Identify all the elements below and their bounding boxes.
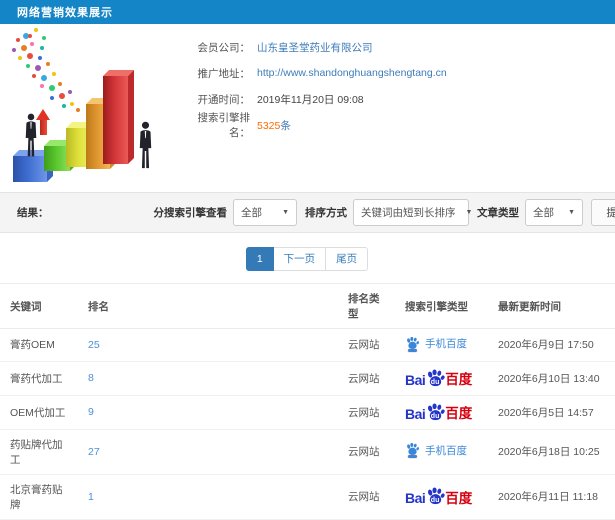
article-type-select[interactable]: 全部 ▼ xyxy=(525,199,583,226)
engine-name: 手机百度 xyxy=(425,338,467,350)
baidu-paw-icon xyxy=(405,336,420,352)
info-fields: 会员公司： 山东皇圣堂药业有限公司 推广地址： http://www.shand… xyxy=(180,34,447,140)
table-row: 北京膏药贴牌 1 云网站 Bai du 百度 2020年6月11日 11:18 xyxy=(0,474,615,520)
rank-link[interactable]: 27 xyxy=(88,446,100,458)
company-label: 会员公司： xyxy=(197,41,251,54)
header-bar: 网络营销效果展示 xyxy=(0,0,615,24)
updated-cell: 2020年6月11日 11:18 xyxy=(488,474,615,520)
engine-name: 百度 xyxy=(445,372,473,387)
keyword-cell: OEM代加工 xyxy=(0,395,78,430)
chevron-down-icon: ▼ xyxy=(465,209,473,216)
bar-chart-illustration xyxy=(0,28,180,190)
info-row-company: 会员公司： 山东皇圣堂药业有限公司 xyxy=(180,34,447,60)
last-page-button[interactable]: 尾页 xyxy=(325,247,369,271)
rank-link[interactable]: 25 xyxy=(88,339,100,351)
baidu-logo: Bai du 百度 xyxy=(405,487,472,505)
rank-type-cell: 云网站 xyxy=(338,429,395,475)
promo-url-label: 推广地址： xyxy=(197,67,251,80)
article-type-label: 文章类型 xyxy=(477,207,519,219)
sort-filter-label: 排序方式 xyxy=(305,207,347,219)
chart-bar-blue xyxy=(13,156,47,182)
filter-controls: 分搜索引擎查看 全部 ▼ 排序方式 关键词由短到长排序 ▼ 文章类型 全部 ▼ … xyxy=(146,193,615,232)
chart-bar-red xyxy=(103,76,128,164)
rank-type-cell: 云网站 xyxy=(338,361,395,396)
pagination: 1 下一页 尾页 xyxy=(0,247,615,271)
rank-link[interactable]: 1 xyxy=(88,491,94,503)
table-header-row: 关键词 排名 排名类型 搜索引擎类型 最新更新时间 xyxy=(0,283,615,329)
table-row: 膏药OEM 25 云网站 手机百度 2020年6月9日 17:50 xyxy=(0,328,615,362)
engine-select-value: 全部 xyxy=(241,207,262,219)
col-updated: 最新更新时间 xyxy=(488,283,615,329)
col-rank: 排名 xyxy=(78,283,338,329)
baidu-paw-icon: du xyxy=(426,487,445,505)
keyword-cell: 药贴牌代加工 xyxy=(0,429,78,475)
rank-link[interactable]: 8 xyxy=(88,372,94,384)
engine-name: 百度 xyxy=(445,490,473,506)
article-type-select-value: 全部 xyxy=(533,207,554,219)
col-rank-type: 排名类型 xyxy=(338,283,395,329)
submit-button[interactable]: 提交 xyxy=(591,199,615,226)
updated-cell: 2020年6月10日 13:40 xyxy=(488,361,615,396)
updated-cell: 2020年6月5日 14:57 xyxy=(488,395,615,430)
confetti-decoration xyxy=(28,34,32,38)
engine-select[interactable]: 全部 ▼ xyxy=(233,199,297,226)
rank-count-value: 5325 xyxy=(257,119,281,132)
info-row-url: 推广地址： http://www.shandonghuangshengtang.… xyxy=(180,60,447,86)
baidu-paw-icon: du xyxy=(426,402,445,421)
rank-type-cell: 云网站 xyxy=(338,395,395,430)
keyword-cell: 膏药OEM xyxy=(0,328,78,362)
rank-link[interactable]: 9 xyxy=(88,406,94,418)
keyword-cell: 北京膏药贴牌 xyxy=(0,474,78,520)
col-engine-type: 搜索引擎类型 xyxy=(395,283,488,329)
table-row: 膏药代加工 8 云网站 Bai du 百度 2020年6月10日 13:40 xyxy=(0,361,615,396)
promo-url-link[interactable]: http://www.shandonghuangshengtang.cn xyxy=(257,67,447,79)
page-1-button[interactable]: 1 xyxy=(245,247,274,271)
rank-type-cell: 云网站 xyxy=(338,328,395,362)
result-label: 结果： xyxy=(17,207,49,219)
rank-type-cell: 云网站 xyxy=(338,474,395,520)
sort-select[interactable]: 关键词由短到长排序 ▼ xyxy=(353,199,472,226)
info-section: 会员公司： 山东皇圣堂药业有限公司 推广地址： http://www.shand… xyxy=(0,24,615,192)
updated-cell: 2020年6月9日 17:50 xyxy=(488,328,615,362)
baidu-paw-icon: du xyxy=(426,368,445,387)
businessman-icon xyxy=(24,113,38,159)
chevron-down-icon: ▼ xyxy=(282,209,289,216)
engine-name: 手机百度 xyxy=(425,444,467,457)
keyword-cell: 膏药代加工 xyxy=(0,361,78,396)
open-time-label: 开通时间： xyxy=(197,93,251,106)
next-page-button[interactable]: 下一页 xyxy=(272,247,327,271)
chevron-down-icon: ▼ xyxy=(568,209,575,216)
baidu-logo: Bai du 百度 xyxy=(405,368,473,387)
keywords-table: 关键词 排名 排名类型 搜索引擎类型 最新更新时间 膏药OEM 25 云网站 手… xyxy=(0,283,615,520)
engine-filter-label: 分搜索引擎查看 xyxy=(153,207,228,219)
baidu-paw-icon xyxy=(405,443,420,459)
company-link[interactable]: 山东皇圣堂药业有限公司 xyxy=(257,40,373,55)
info-row-rank-count: 搜索引擎排名： 5325条 xyxy=(180,112,447,139)
info-row-opened: 开通时间： 2019年11月20日 09:08 xyxy=(180,86,447,112)
page-title: 网络营销效果展示 xyxy=(17,7,113,19)
rank-count-label: 搜索引擎排名： xyxy=(197,112,251,139)
page: 网络营销效果展示 会员公司： 山东皇圣堂药业有限公司 推广地址： http://… xyxy=(0,0,615,520)
businessman-icon xyxy=(138,121,153,171)
arrow-up-icon xyxy=(36,109,51,135)
engine-name: 百度 xyxy=(445,406,473,421)
filter-bar: 结果： 分搜索引擎查看 全部 ▼ 排序方式 关键词由短到长排序 ▼ 文章类型 全… xyxy=(0,192,615,233)
table-row: 药贴牌代加工 27 云网站 手机百度 2020年6月18日 10:25 xyxy=(0,429,615,475)
mobile-baidu-engine: 手机百度 xyxy=(405,336,467,352)
sort-select-value: 关键词由短到长排序 xyxy=(361,207,456,219)
open-time-value: 2019年11月20日 09:08 xyxy=(257,93,364,106)
baidu-logo: Bai du 百度 xyxy=(405,402,473,421)
mobile-baidu-engine: 手机百度 xyxy=(405,443,467,459)
col-keyword: 关键词 xyxy=(0,283,78,329)
updated-cell: 2020年6月18日 10:25 xyxy=(488,429,615,475)
table-row: OEM代加工 9 云网站 Bai du 百度 2020年6月5日 14:57 xyxy=(0,395,615,430)
rank-count-unit: 条 xyxy=(280,119,291,132)
